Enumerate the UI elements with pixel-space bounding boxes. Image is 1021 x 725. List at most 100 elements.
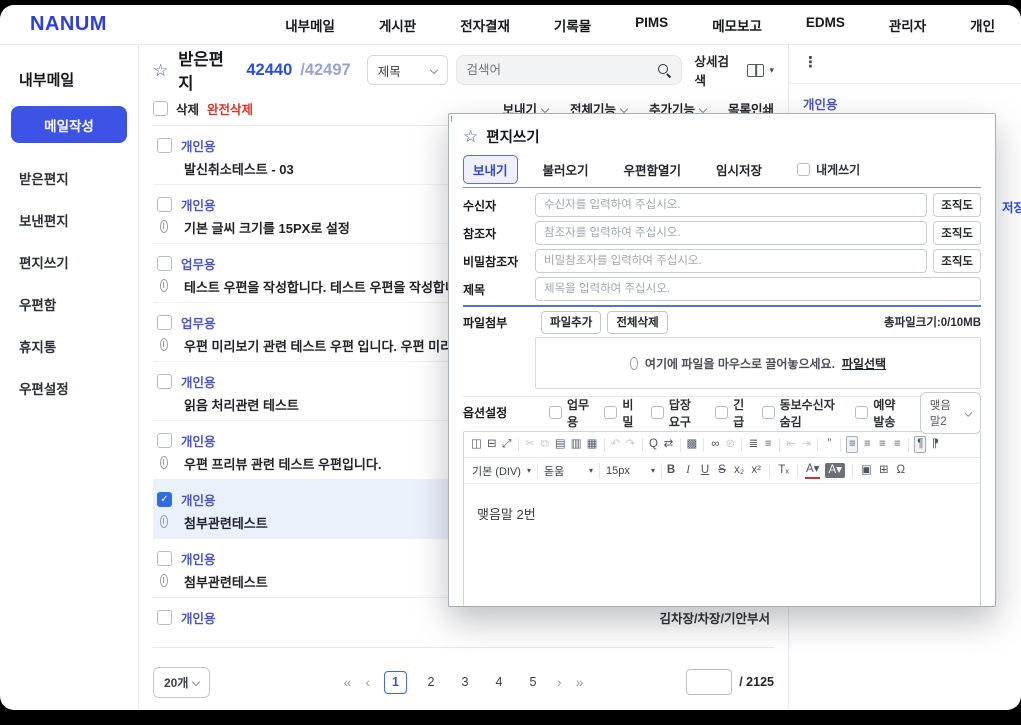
option-checkbox[interactable]: [715, 406, 728, 419]
page-number[interactable]: 2: [421, 675, 441, 689]
sidebar-item-inbox[interactable]: 받은편지: [11, 157, 127, 199]
font-family-select[interactable]: 돋움▾: [542, 463, 600, 479]
option-item[interactable]: 답장요구: [651, 396, 701, 430]
italic-icon[interactable]: I: [682, 463, 694, 479]
sidebar-item-write[interactable]: 편지쓰기: [11, 241, 127, 283]
mail-subject[interactable]: 기본 글씨 크기를 15PX로 설정: [184, 218, 350, 237]
file-drop-zone[interactable]: 여기에 파일을 마우스로 끌어놓으세요. 파일선택: [535, 337, 981, 389]
text-direction-rtl-icon[interactable]: ⁋: [929, 437, 941, 453]
bold-icon[interactable]: B: [665, 463, 677, 479]
bcc-field[interactable]: [535, 249, 927, 273]
nav-menu-item[interactable]: PIMS: [635, 15, 668, 35]
image-icon[interactable]: ▣: [860, 463, 873, 479]
add-file-button[interactable]: 파일추가: [541, 311, 601, 334]
table-icon[interactable]: ⊞: [878, 463, 890, 479]
editor-body[interactable]: 맺음말 2번: [464, 484, 980, 543]
tab-save-draft[interactable]: 임시저장: [706, 155, 772, 184]
outdent-icon[interactable]: ⇤: [785, 437, 797, 453]
superscript-icon[interactable]: x²: [750, 463, 762, 479]
unlink-icon[interactable]: ⊘: [724, 437, 736, 453]
row-checkbox[interactable]: [157, 197, 172, 212]
row-checkbox[interactable]: [157, 315, 172, 330]
strikethrough-icon[interactable]: S: [716, 463, 728, 479]
write-to-self-checkbox[interactable]: [797, 163, 810, 176]
align-right-icon[interactable]: ≡: [876, 437, 888, 453]
page-number[interactable]: 3: [455, 675, 475, 689]
font-size-select[interactable]: 15px▾: [604, 463, 662, 479]
favorite-star-icon[interactable]: ☆: [153, 62, 168, 79]
select-all-icon[interactable]: ▩: [686, 437, 699, 453]
find-icon[interactable]: Q: [648, 437, 660, 453]
blockquote-icon[interactable]: ”: [823, 437, 835, 453]
option-item[interactable]: 비밀: [604, 396, 636, 430]
option-checkbox[interactable]: [604, 406, 617, 419]
page-number[interactable]: 1: [384, 671, 407, 694]
nav-menu-item[interactable]: 개인: [970, 15, 995, 35]
print-icon[interactable]: ⊟: [486, 437, 498, 453]
nav-menu-item[interactable]: 기록물: [554, 15, 591, 35]
undo-icon[interactable]: ↶: [610, 437, 622, 453]
row-checkbox[interactable]: [157, 551, 172, 566]
closing-remark-select[interactable]: 맺음말2: [920, 392, 981, 434]
delete-button[interactable]: 삭제: [176, 99, 199, 118]
row-checkbox[interactable]: [157, 374, 172, 389]
special-char-icon[interactable]: Ω: [895, 463, 907, 479]
bg-color-icon[interactable]: A▾: [825, 463, 844, 479]
split-view-toggle[interactable]: ▾: [747, 64, 774, 77]
prev-page-button[interactable]: ‹: [365, 674, 370, 690]
recipient-field[interactable]: [535, 193, 927, 217]
compose-mail-button[interactable]: 메일작성: [11, 106, 127, 143]
option-checkbox[interactable]: [855, 406, 868, 419]
search-icon[interactable]: [657, 63, 671, 77]
goto-page-input[interactable]: [686, 669, 732, 695]
row-checkbox[interactable]: [157, 610, 172, 625]
nav-menu-item[interactable]: EDMS: [806, 15, 845, 35]
underline-icon[interactable]: U: [699, 463, 711, 479]
search-input[interactable]: [467, 63, 650, 77]
option-checkbox[interactable]: [651, 406, 664, 419]
paste-word-icon[interactable]: ▦: [586, 437, 599, 453]
copy-icon[interactable]: ⧉: [539, 437, 551, 453]
clear-files-button[interactable]: 전체삭제: [607, 311, 667, 334]
align-center-icon[interactable]: ≡: [861, 437, 873, 453]
org-chart-button[interactable]: 조직도: [933, 249, 981, 273]
mail-subject[interactable]: 발신취소테스트 - 03: [184, 159, 294, 178]
align-left-icon[interactable]: ≡: [846, 436, 858, 454]
paste-icon[interactable]: ▤: [554, 437, 567, 453]
nav-menu-item[interactable]: 전자결재: [460, 15, 510, 35]
redo-icon[interactable]: ↷: [625, 437, 637, 453]
cut-icon[interactable]: ✂: [524, 437, 536, 453]
sidebar-item-trash[interactable]: 휴지통: [11, 325, 127, 367]
row-checkbox[interactable]: [157, 433, 172, 448]
page-number[interactable]: 5: [523, 675, 543, 689]
cc-field[interactable]: [535, 221, 927, 245]
option-checkbox[interactable]: [762, 406, 775, 419]
paste-text-icon[interactable]: ▥: [570, 437, 583, 453]
replace-icon[interactable]: ⇄: [663, 437, 675, 453]
preview-side-link[interactable]: 저장: [1002, 197, 1021, 216]
remove-format-icon[interactable]: Tₓ: [777, 463, 790, 479]
bullet-list-icon[interactable]: ≡: [762, 437, 774, 453]
favorite-star-icon[interactable]: ☆: [463, 128, 478, 145]
numbered-list-icon[interactable]: ≣: [747, 437, 759, 453]
option-item[interactable]: 긴급: [715, 396, 747, 430]
file-select-link[interactable]: 파일선택: [842, 355, 886, 372]
sidebar-item-mail-settings[interactable]: 우편설정: [11, 367, 127, 409]
maximize-icon[interactable]: ⤢: [501, 437, 513, 453]
mail-subject[interactable]: 읽음 처리관련 테스트: [184, 395, 299, 414]
mail-subject[interactable]: 첨부관련테스트: [184, 513, 268, 532]
page-size-select[interactable]: 20개: [153, 667, 210, 698]
purge-button[interactable]: 완전삭제: [207, 99, 253, 118]
nav-menu-item[interactable]: 관리자: [889, 15, 926, 35]
sidebar-item-mailbox[interactable]: 우편함: [11, 283, 127, 325]
sidebar-item-sent[interactable]: 보낸편지: [11, 199, 127, 241]
select-all-checkbox[interactable]: [153, 101, 168, 116]
org-chart-button[interactable]: 조직도: [933, 221, 981, 245]
indent-icon[interactable]: ⇥: [800, 437, 812, 453]
write-to-self-option[interactable]: 내게쓰기: [797, 161, 860, 178]
paragraph-format-select[interactable]: 기본 (DIV)▾: [470, 463, 538, 479]
tab-open-mailbox[interactable]: 우편함열기: [614, 155, 692, 184]
link-icon[interactable]: ∞: [709, 437, 721, 453]
row-checkbox[interactable]: [157, 256, 172, 271]
tab-send[interactable]: 보내기: [463, 155, 518, 184]
